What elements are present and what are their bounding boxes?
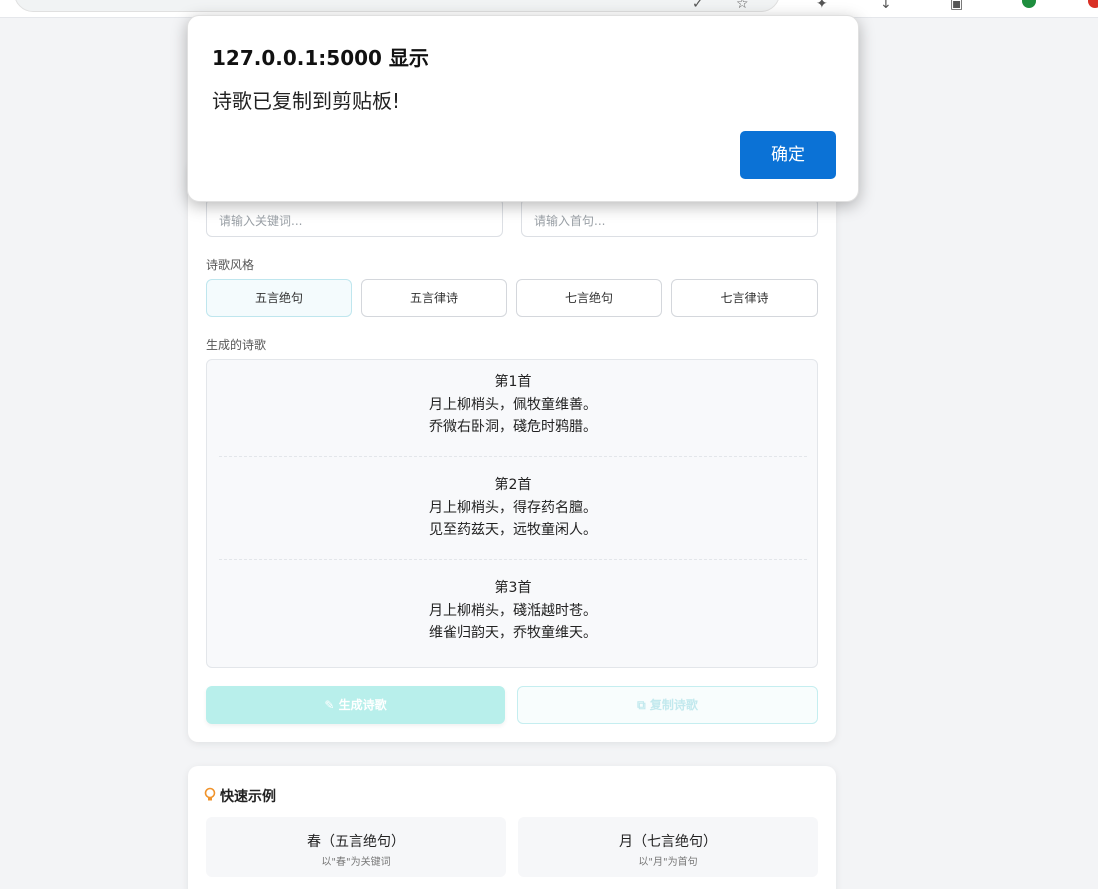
style-option-qiyan-lvshi[interactable]: 七言律诗: [671, 279, 818, 317]
poem-title: 第2首: [494, 477, 532, 493]
status-red-dot-icon: [1088, 0, 1098, 8]
style-label: 诗歌风格: [206, 258, 255, 272]
generated-poems-panel: 第1首 月上柳梢头，佩牧童维善。 乔微右卧洞，碊危时鸦腊。 第2首 月上柳梢头，…: [206, 359, 818, 668]
extensions-puzzle-icon[interactable]: ✦: [816, 0, 828, 12]
keyword-input[interactable]: 请输入关键词...: [206, 198, 503, 237]
generate-label: 生成诗歌: [338, 698, 387, 712]
style-option-qiyan-jueju[interactable]: 七言绝句: [516, 279, 662, 317]
poem-line: 月上柳梢头，佩牧童维善。: [429, 396, 597, 413]
ok-button[interactable]: 确定: [740, 131, 836, 179]
lightbulb-icon: [204, 787, 216, 801]
dialog-title: 127.0.0.1:5000 显示: [212, 46, 429, 70]
quick-examples-title: 快速示例: [220, 789, 276, 805]
example-title: 月（七言绝句）: [619, 834, 717, 850]
copy-poem-button[interactable]: ⧉ 复制诗歌: [517, 686, 818, 724]
copy-icon: ⧉: [637, 698, 646, 712]
poem-line: 乔微右卧洞，碊危时鸦腊。: [429, 419, 597, 435]
magic-wand-icon: ✎: [324, 698, 335, 712]
example-spring[interactable]: 春（五言绝句） 以"春"为关键词: [206, 817, 506, 877]
poem-divider: [219, 456, 807, 457]
poem-line: 月上柳梢头，得存药名膻。: [429, 499, 597, 516]
poem-line: 见至药兹天，远牧童闲人。: [429, 522, 597, 538]
first-line-input[interactable]: 请输入首句...: [521, 198, 818, 237]
example-title: 春（五言绝句）: [307, 834, 405, 850]
poem-line: 维雀归韵天，乔牧童维天。: [429, 625, 597, 641]
poem-3: 第3首 月上柳梢头，碊湉越时苍。 维雀归韵天，乔牧童维天。: [219, 577, 807, 645]
generate-poem-button[interactable]: ✎ 生成诗歌: [206, 686, 505, 724]
status-green-dot-icon: [1022, 0, 1036, 8]
dialog-message: 诗歌已复制到剪贴板!: [212, 89, 401, 113]
style-option-wuyan-lvshi[interactable]: 五言律诗: [361, 279, 507, 317]
profile-icon[interactable]: ▣: [950, 0, 963, 12]
poem-title: 第3首: [494, 580, 532, 596]
alert-dialog: 127.0.0.1:5000 显示 诗歌已复制到剪贴板! 确定: [187, 15, 859, 202]
poem-line: 月上柳梢头，碊湉越时苍。: [429, 602, 597, 619]
address-bar[interactable]: [14, 0, 780, 12]
output-label: 生成的诗歌: [206, 338, 267, 352]
example-subtitle: 以"月"为首句: [638, 857, 698, 868]
extension-icon[interactable]: ✓: [692, 0, 704, 12]
example-subtitle: 以"春"为关键词: [321, 857, 391, 868]
bookmark-icon[interactable]: ☆: [736, 0, 749, 12]
poem-2: 第2首 月上柳梢头，得存药名膻。 见至药兹天，远牧童闲人。: [219, 474, 807, 542]
poem-divider: [219, 559, 807, 560]
poem-title: 第1首: [494, 374, 532, 390]
example-moon[interactable]: 月（七言绝句） 以"月"为首句: [518, 817, 818, 877]
copy-label: 复制诗歌: [649, 698, 698, 712]
poem-1: 第1首 月上柳梢头，佩牧童维善。 乔微右卧洞，碊危时鸦腊。: [219, 371, 807, 439]
download-icon[interactable]: ↓: [880, 0, 892, 12]
style-option-wuyan-jueju[interactable]: 五言绝句: [206, 279, 352, 317]
